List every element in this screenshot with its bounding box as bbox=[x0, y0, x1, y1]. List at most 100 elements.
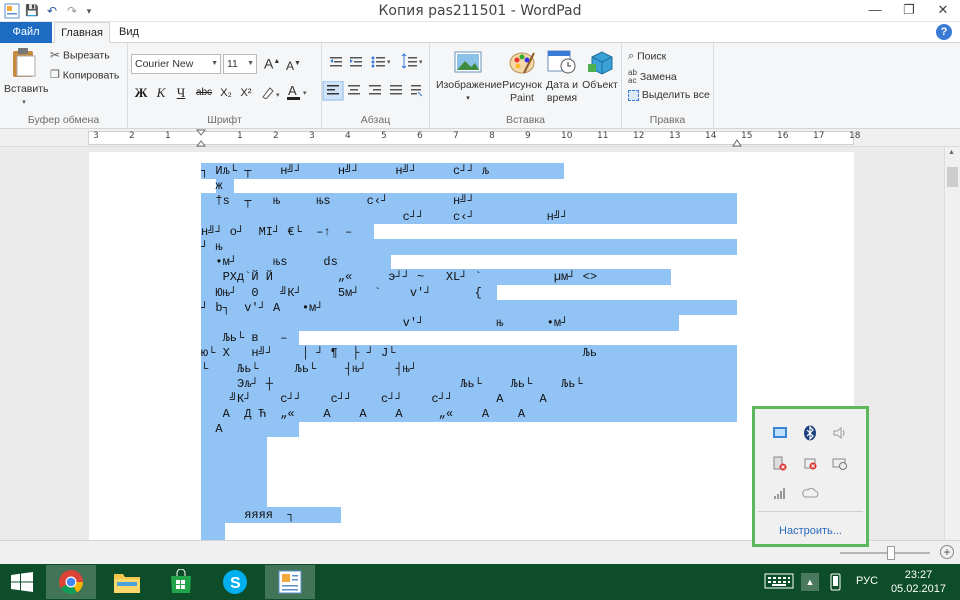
minimize-button[interactable]: — bbox=[858, 0, 892, 22]
windows-logo-icon bbox=[11, 572, 33, 592]
italic-button[interactable]: К bbox=[154, 83, 168, 103]
ruler-mark: 1 bbox=[165, 131, 171, 141]
usb-error-icon[interactable] bbox=[771, 455, 789, 473]
start-button[interactable] bbox=[0, 564, 46, 600]
align-center-icon[interactable] bbox=[348, 85, 360, 95]
tab-home[interactable]: Главная bbox=[54, 22, 110, 44]
superscript-button[interactable]: X² bbox=[238, 83, 254, 103]
underline-button[interactable]: Ч bbox=[174, 83, 188, 103]
shrink-font-button[interactable]: A▼ bbox=[286, 57, 301, 73]
ruler-mark: 2 bbox=[273, 131, 279, 141]
chevron-down-icon: ▼ bbox=[211, 60, 218, 67]
store-icon bbox=[171, 568, 191, 593]
font-size-select[interactable]: 11 ▼ bbox=[223, 54, 257, 74]
zoom-in-button[interactable]: + bbox=[940, 545, 954, 559]
ruler-mark: 9 bbox=[525, 131, 531, 141]
line-spacing-icon[interactable]: ▾ bbox=[401, 53, 423, 69]
phone-icon[interactable] bbox=[830, 573, 842, 600]
touch-keyboard-icon[interactable] bbox=[764, 572, 794, 600]
close-button[interactable]: ✕ bbox=[926, 0, 960, 22]
network-monitor-icon[interactable] bbox=[771, 425, 789, 443]
cut-button[interactable]: ✂ Вырезать bbox=[50, 49, 110, 62]
tab-view[interactable]: Вид bbox=[112, 22, 146, 43]
taskbar-store[interactable] bbox=[156, 565, 206, 599]
clock-time: 23:27 bbox=[904, 569, 933, 581]
ruler[interactable]: 3 2 1 1 2 3 4 5 6 7 8 9 10 11 12 13 14 15 16 17 18 bbox=[0, 129, 960, 147]
find-button[interactable]: ⌕ Поиск bbox=[628, 50, 666, 63]
font-color-icon: A ▾ bbox=[287, 83, 307, 100]
ruler-mark: 6 bbox=[417, 131, 423, 141]
ruler-mark: 4 bbox=[345, 131, 351, 141]
help-icon[interactable]: ? bbox=[936, 24, 952, 40]
zoom-slider-thumb[interactable] bbox=[887, 546, 895, 560]
scissors-icon: ✂ bbox=[50, 48, 61, 62]
font-color-button[interactable]: A ▾ bbox=[286, 83, 312, 105]
clock-date: 05.02.2017 bbox=[890, 583, 946, 595]
vertical-scrollbar[interactable]: ▲ bbox=[944, 147, 960, 540]
subscript-button[interactable]: X₂ bbox=[218, 83, 234, 103]
align-left-icon[interactable] bbox=[322, 81, 344, 101]
tab-file[interactable]: Файл bbox=[0, 22, 52, 43]
customize-link[interactable]: Настроить... bbox=[755, 525, 866, 537]
paste-dropdown-icon[interactable]: ▾ bbox=[4, 96, 44, 109]
zoom-slider-track[interactable] bbox=[840, 552, 930, 554]
highlighter-icon: ▾ bbox=[262, 87, 280, 101]
document-page[interactable]: ┐ Иљ└ ┬ н╝┘ н╝┘ н╝┘ с┘┘ љ ж †s ┬ њ њs с‹… bbox=[89, 152, 854, 552]
right-indent-marker-icon[interactable] bbox=[732, 137, 742, 147]
insert-image-button[interactable]: Изображение ▾ bbox=[436, 49, 502, 105]
decrease-indent-icon[interactable] bbox=[330, 57, 342, 67]
document-line: Љь└ в – bbox=[201, 331, 288, 346]
binoculars-icon: ⌕ bbox=[628, 50, 635, 62]
disk-icon[interactable] bbox=[831, 455, 849, 473]
taskbar-clock[interactable]: 23:27 05.02.2017 bbox=[891, 568, 946, 596]
signal-bars-icon[interactable] bbox=[771, 485, 789, 503]
font-family-select[interactable]: Courier New ▼ bbox=[131, 54, 221, 74]
taskbar-explorer[interactable] bbox=[102, 565, 152, 599]
replace-icon: ab ac bbox=[628, 68, 637, 85]
bullet-list-icon[interactable]: ▾ bbox=[371, 56, 392, 68]
volume-icon[interactable] bbox=[831, 425, 849, 443]
onedrive-cloud-icon[interactable] bbox=[801, 485, 819, 503]
maximize-button[interactable]: ❐ bbox=[892, 0, 926, 22]
cut-label: Вырезать bbox=[62, 49, 110, 62]
document-line: А bbox=[201, 422, 223, 437]
scrollbar-thumb[interactable] bbox=[947, 167, 958, 187]
document-line: РХд`Й Й „« э┘┘ ~ XL┘ ` µм┘ <> bbox=[201, 270, 598, 285]
copy-button[interactable]: ❐ Копировать bbox=[50, 69, 119, 82]
indent-marker-icon[interactable] bbox=[196, 129, 206, 147]
ruler-mark: 17 bbox=[813, 131, 825, 141]
document-line: ┘ њ bbox=[201, 240, 223, 254]
insert-object-button[interactable]: Объект bbox=[582, 49, 618, 92]
document-line: †s ┬ њ њs с‹┘ н╝┘ bbox=[201, 194, 475, 209]
show-hidden-icons-button[interactable]: ▲ bbox=[801, 573, 819, 591]
device-error-icon[interactable] bbox=[801, 455, 819, 473]
object-cube-icon bbox=[588, 51, 613, 75]
select-all-button[interactable]: Выделить все bbox=[628, 89, 710, 102]
select-all-icon bbox=[628, 89, 639, 101]
ruler-mark: 12 bbox=[633, 131, 645, 141]
grow-font-button[interactable]: A▲ bbox=[264, 55, 280, 71]
taskbar-wordpad[interactable] bbox=[265, 565, 315, 599]
scroll-up-icon[interactable]: ▲ bbox=[948, 149, 955, 156]
insert-datetime-button[interactable]: Дата и время bbox=[544, 49, 580, 105]
justify-icon[interactable] bbox=[390, 85, 402, 95]
paragraph-settings-icon[interactable] bbox=[411, 85, 423, 97]
bluetooth-icon[interactable] bbox=[801, 425, 819, 443]
svg-text:▾: ▾ bbox=[387, 59, 391, 66]
folder-icon bbox=[114, 574, 140, 593]
svg-text:▾: ▾ bbox=[419, 59, 423, 66]
paste-button[interactable]: Вставить ▾ bbox=[4, 47, 49, 109]
taskbar-chrome[interactable] bbox=[46, 565, 96, 599]
insert-paint-button[interactable]: Рисунок Paint bbox=[502, 49, 542, 105]
language-indicator[interactable]: РУС bbox=[856, 575, 878, 600]
selection-highlight bbox=[201, 436, 267, 507]
strikethrough-button[interactable]: abc bbox=[194, 83, 214, 103]
paint-label: Рисунок Paint bbox=[502, 79, 542, 104]
increase-indent-icon[interactable] bbox=[350, 57, 362, 67]
highlight-color-button[interactable]: ▾ bbox=[260, 85, 282, 105]
wordpad-window: 💾 ↶ ↷ ▾ Копия pas211501 - WordPad — ❐ ✕ … bbox=[0, 0, 960, 600]
replace-button[interactable]: ab ac Замена bbox=[628, 69, 677, 85]
bold-button[interactable]: Ж bbox=[134, 83, 148, 103]
align-right-icon[interactable] bbox=[369, 85, 381, 95]
taskbar-skype[interactable]: S bbox=[210, 565, 260, 599]
